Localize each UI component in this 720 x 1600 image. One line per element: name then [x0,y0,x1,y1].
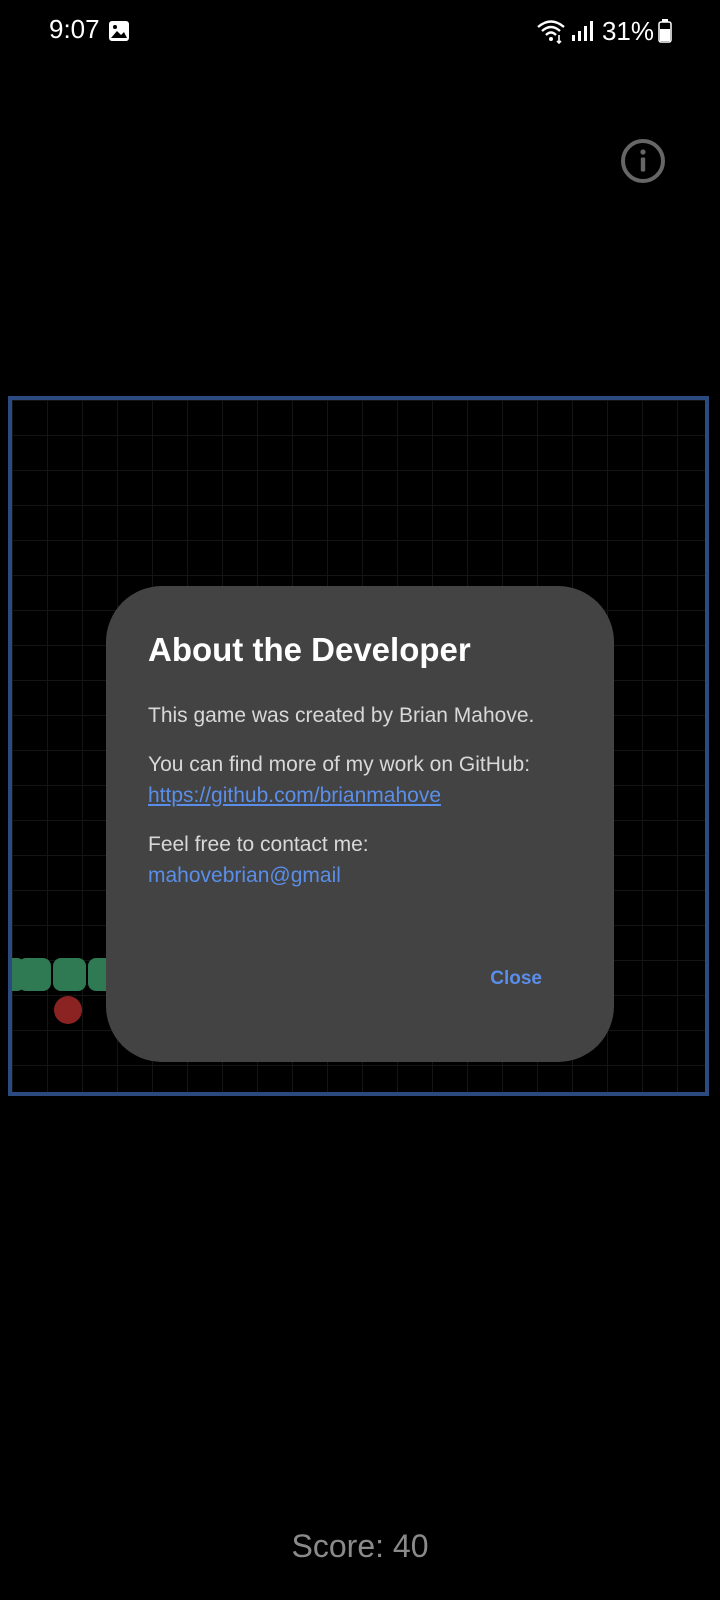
snake-segment [53,958,86,991]
food-item [54,996,82,1024]
score-label: Score: 40 [291,1528,429,1564]
screen: 9:07 31% About the Developer This game w… [0,0,720,1600]
email-link[interactable]: mahovebrian@gmail [148,860,572,891]
dialog-github-text: You can find more of my work on GitHub: [148,752,531,776]
status-bar: 9:07 31% [0,0,720,64]
signal-icon [571,21,593,41]
info-icon[interactable] [620,138,666,184]
gallery-icon [109,21,129,41]
dialog-created-by: This game was created by Brian Mahove. [148,703,535,727]
dialog-title: About the Developer [148,631,471,668]
status-time: 9:07 [49,14,100,44]
snake-segment [18,958,51,991]
battery-icon [658,19,672,43]
dialog-contact-text: Feel free to contact me: [148,832,369,856]
github-link[interactable]: https://github.com/brianmahove [148,780,572,811]
status-right: 31% [536,14,672,48]
about-dialog: About the Developer This game was create… [106,586,614,1062]
battery-percent: 31% [601,15,654,46]
close-button[interactable]: Close [490,968,542,990]
wifi-icon [537,20,565,44]
